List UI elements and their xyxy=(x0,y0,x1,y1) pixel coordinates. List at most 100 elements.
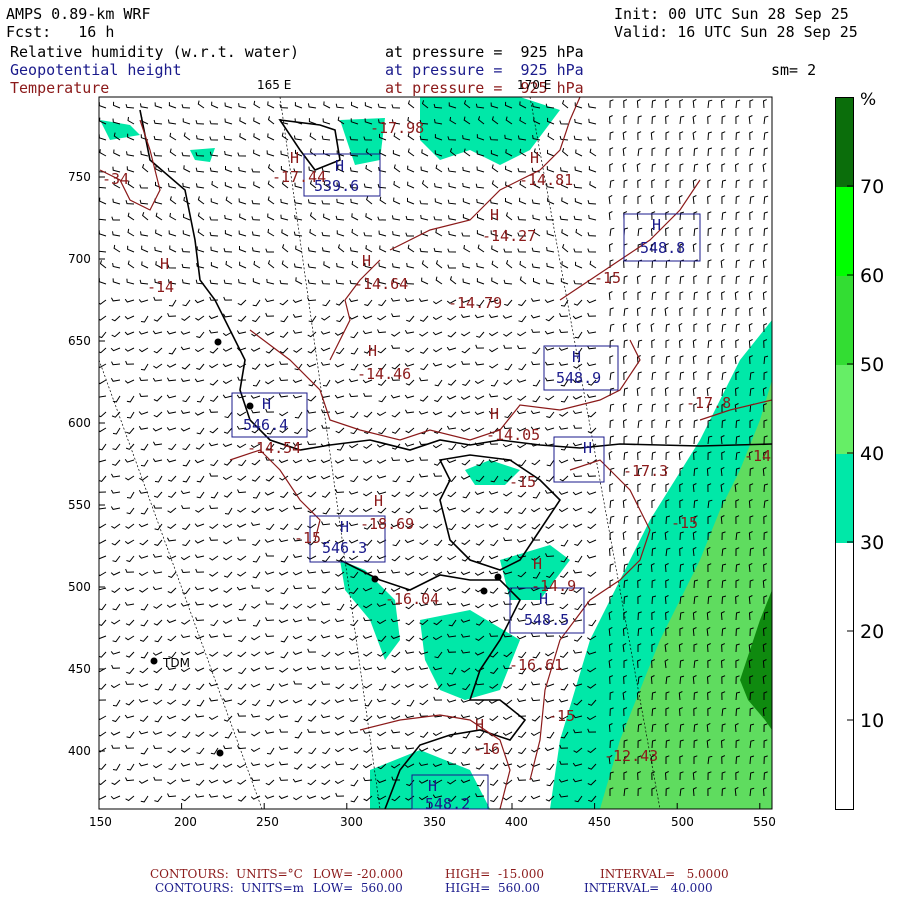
wind-barb xyxy=(488,314,499,319)
wind-barb xyxy=(335,427,345,434)
wind-barb xyxy=(236,523,247,528)
wind-barb xyxy=(609,227,615,237)
wind-barb xyxy=(573,183,583,189)
footer-height-low: LOW= 560.00 xyxy=(313,881,403,895)
wind-barb xyxy=(432,299,443,305)
wind-barb xyxy=(376,666,387,671)
wind-barb xyxy=(531,459,541,466)
wind-barb xyxy=(546,262,555,269)
high-marker: H xyxy=(290,149,300,167)
wind-barb xyxy=(138,331,149,335)
wind-barb xyxy=(637,339,643,349)
wind-barb xyxy=(140,795,149,803)
wind-barb xyxy=(112,278,121,285)
wind-barb xyxy=(251,247,261,253)
wind-barb xyxy=(530,778,541,782)
wind-barb xyxy=(125,651,135,658)
wind-barb xyxy=(112,231,121,237)
wind-barb xyxy=(251,168,261,173)
wind-barb xyxy=(504,747,513,755)
wind-barb xyxy=(197,196,205,205)
wind-barb xyxy=(167,507,177,514)
wind-barb xyxy=(735,131,740,141)
wind-barb xyxy=(139,184,149,189)
wind-barb xyxy=(153,619,163,626)
station-dot xyxy=(494,573,502,581)
wind-barb xyxy=(693,435,699,445)
x-tick-label: 350 xyxy=(423,815,446,829)
wind-barb xyxy=(293,795,303,801)
wind-barb xyxy=(238,198,247,205)
wind-barb xyxy=(112,555,121,563)
wind-barb xyxy=(462,379,471,386)
height-label: 539.6 xyxy=(314,177,360,195)
wind-barb xyxy=(460,602,471,607)
wind-barb xyxy=(140,459,149,467)
wind-barb xyxy=(404,571,415,576)
wind-barb xyxy=(251,200,261,205)
wind-barb xyxy=(349,393,359,398)
wind-barb xyxy=(419,331,429,337)
wind-barb xyxy=(166,603,177,608)
wind-barb xyxy=(320,730,331,734)
wind-barb xyxy=(223,555,233,561)
wind-barb xyxy=(280,651,289,659)
wind-barb xyxy=(693,419,698,429)
wind-barb xyxy=(637,371,642,381)
height-label: 546.4 xyxy=(243,416,289,434)
wind-barb xyxy=(209,231,219,237)
wind-barb xyxy=(307,347,317,354)
wind-barb xyxy=(306,795,317,799)
wind-barb xyxy=(562,244,569,253)
wind-barb xyxy=(167,779,177,785)
wind-barb xyxy=(209,523,219,530)
wind-barb xyxy=(679,291,684,300)
wind-barb xyxy=(735,115,740,125)
wind-barb xyxy=(126,555,135,563)
wind-barb xyxy=(763,211,768,221)
wind-barb xyxy=(267,101,275,109)
wind-barb xyxy=(693,147,698,157)
wind-barb xyxy=(707,259,712,269)
temp-label: -16.61 xyxy=(509,656,564,674)
wind-barb xyxy=(181,279,191,285)
wind-barb xyxy=(112,715,121,723)
height-marker: H xyxy=(335,157,345,175)
wind-barb xyxy=(181,715,191,722)
wind-barb xyxy=(239,133,247,141)
wind-barb xyxy=(488,555,499,560)
wind-barb xyxy=(264,795,275,799)
height-label: 546.3 xyxy=(322,539,368,557)
wind-barb xyxy=(168,571,177,578)
wind-barb xyxy=(447,264,456,269)
wind-barb xyxy=(252,491,261,499)
wind-barb xyxy=(168,763,177,771)
wind-barb xyxy=(560,683,569,691)
wind-barb xyxy=(110,297,121,302)
wind-barb xyxy=(140,443,149,451)
wind-barb xyxy=(307,395,317,402)
wind-barb xyxy=(252,571,261,579)
wind-barb xyxy=(225,260,233,269)
wind-barb xyxy=(140,507,149,515)
wind-barb xyxy=(502,731,513,736)
wind-barb xyxy=(321,200,331,205)
wind-barb xyxy=(349,507,359,513)
wind-barb xyxy=(111,315,121,322)
legend-label: 40 xyxy=(860,443,885,465)
wind-barb xyxy=(609,99,614,109)
wind-barb xyxy=(278,571,289,576)
high-marker: H xyxy=(490,405,500,423)
wind-barb xyxy=(222,603,233,608)
wind-barb xyxy=(307,699,317,706)
wind-barb xyxy=(692,339,697,349)
wind-barb xyxy=(405,232,414,237)
wind-barb xyxy=(279,331,289,338)
wind-barb xyxy=(211,101,219,109)
wind-barb xyxy=(113,149,121,157)
wind-barb xyxy=(194,411,205,416)
wind-barb xyxy=(140,315,149,323)
wind-barb xyxy=(532,395,541,403)
wind-barb xyxy=(194,713,205,718)
wind-barb xyxy=(253,100,261,109)
